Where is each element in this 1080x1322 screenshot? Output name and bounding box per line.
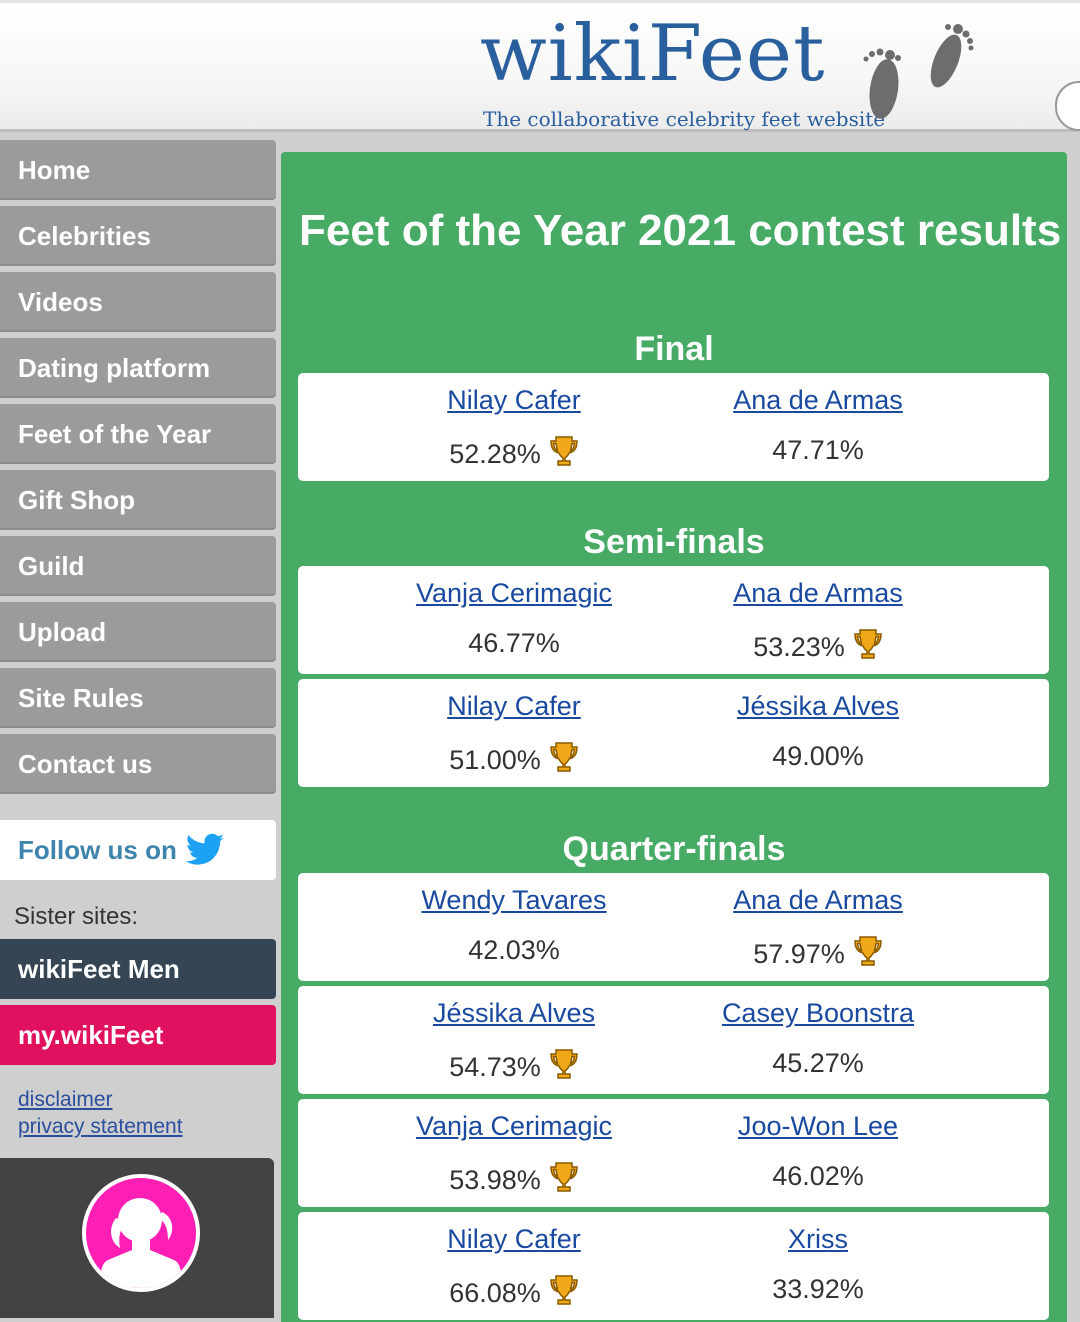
trophy-icon (550, 436, 578, 466)
disclaimer-link[interactable]: disclaimer (18, 1088, 113, 1112)
contestant-link[interactable]: Joo-Won Lee (658, 1111, 978, 1142)
trophy-icon (550, 1049, 578, 1079)
contestant-link[interactable]: Nilay Cafer (354, 1224, 674, 1255)
trophy-icon (854, 936, 882, 966)
vote-percentage: 46.02% (772, 1161, 864, 1191)
vote-percentage: 46.77% (468, 628, 560, 658)
match-card: Vanja Cerimagic Ana de Armas 46.77% 53.2… (298, 566, 1049, 674)
page-title: Feet of the Year 2021 contest results (299, 206, 1062, 255)
twitter-icon (185, 833, 224, 865)
search-input[interactable] (1055, 81, 1080, 131)
contestant-link[interactable]: Ana de Armas (658, 578, 978, 609)
follow-twitter-button[interactable]: Follow us on (0, 820, 276, 880)
nav-item-home[interactable]: Home (0, 140, 276, 200)
contestant-link[interactable]: Ana de Armas (658, 885, 978, 916)
contestant-link[interactable]: Nilay Cafer (354, 385, 674, 416)
contestant-link[interactable]: Wendy Tavares (354, 885, 674, 916)
vote-percentage: 54.73% (354, 1048, 674, 1083)
vote-percentage: 53.98% (354, 1161, 674, 1196)
nav-item-dating-platform[interactable]: Dating platform (0, 338, 276, 398)
vote-percentage: 52.28% (354, 435, 674, 470)
trophy-icon (550, 1162, 578, 1192)
nav-item-site-rules[interactable]: Site Rules (0, 668, 276, 728)
sister-site-wikifeet-men[interactable]: wikiFeet Men (0, 939, 276, 999)
trophy-icon (550, 1275, 578, 1305)
results-panel: Feet of the Year 2021 contest results Fi… (281, 152, 1067, 1322)
nav-item-videos[interactable]: Videos (0, 272, 276, 332)
contestant-link[interactable]: Jéssika Alves (354, 998, 674, 1029)
vote-percentage: 57.97% (658, 935, 978, 970)
privacy-statement-link[interactable]: privacy statement (18, 1115, 183, 1139)
vote-percentage: 49.00% (772, 741, 864, 771)
contestant-link[interactable]: Casey Boonstra (658, 998, 978, 1029)
trophy-icon (854, 629, 882, 659)
sidebar-nav: Home Celebrities Videos Dating platform … (0, 140, 276, 800)
match-card: Nilay Cafer Xriss 66.08% 33.92% (298, 1212, 1049, 1320)
follow-label: Follow us on (18, 834, 177, 865)
sister-site-my-wikifeet[interactable]: my.wikiFeet (0, 1005, 276, 1065)
round-title-final: Final (634, 330, 714, 368)
contestant-link[interactable]: Vanja Cerimagic (354, 578, 674, 609)
match-card: Vanja Cerimagic Joo-Won Lee 53.98% 46.02… (298, 1099, 1049, 1207)
footprints-icon (863, 24, 974, 119)
vote-percentage: 66.08% (354, 1274, 674, 1309)
contestant-link[interactable]: Jéssika Alves (658, 691, 978, 722)
contestant-link[interactable]: Ana de Armas (658, 385, 978, 416)
nav-item-guild[interactable]: Guild (0, 536, 276, 596)
vote-percentage: 33.92% (772, 1274, 864, 1304)
contestant-link[interactable]: Nilay Cafer (354, 691, 674, 722)
contestant-link[interactable]: Xriss (658, 1224, 978, 1255)
nav-item-celebrities[interactable]: Celebrities (0, 206, 276, 266)
nav-item-upload[interactable]: Upload (0, 602, 276, 662)
match-card: Wendy Tavares Ana de Armas 42.03% 57.97% (298, 873, 1049, 981)
site-logo[interactable]: wikiFeet (480, 15, 825, 93)
nav-item-feet-of-the-year[interactable]: Feet of the Year (0, 404, 276, 464)
round-title-semi-finals: Semi-finals (583, 523, 765, 561)
nav-item-gift-shop[interactable]: Gift Shop (0, 470, 276, 530)
site-tagline: The collaborative celebrity feet website (483, 107, 886, 131)
site-header: wikiFeet The collaborative celebrity fee… (0, 0, 1080, 132)
vote-percentage: 45.27% (772, 1048, 864, 1078)
vote-percentage: 47.71% (772, 435, 864, 465)
match-card: Nilay Cafer Jéssika Alves 51.00% 49.00% (298, 679, 1049, 787)
vote-percentage: 51.00% (354, 741, 674, 776)
match-card: Jéssika Alves Casey Boonstra 54.73% 45.2… (298, 986, 1049, 1094)
nav-item-contact-us[interactable]: Contact us (0, 734, 276, 794)
promo-box[interactable] (0, 1158, 274, 1318)
contestant-link[interactable]: Vanja Cerimagic (354, 1111, 674, 1142)
female-avatar-icon (82, 1174, 200, 1292)
vote-percentage: 42.03% (468, 935, 560, 965)
match-card: Nilay Cafer Ana de Armas 52.28% 47.71% (298, 373, 1049, 481)
round-title-quarter-finals: Quarter-finals (562, 830, 786, 868)
trophy-icon (550, 742, 578, 772)
vote-percentage: 53.23% (658, 628, 978, 663)
sister-sites-label: Sister sites: (14, 903, 139, 930)
